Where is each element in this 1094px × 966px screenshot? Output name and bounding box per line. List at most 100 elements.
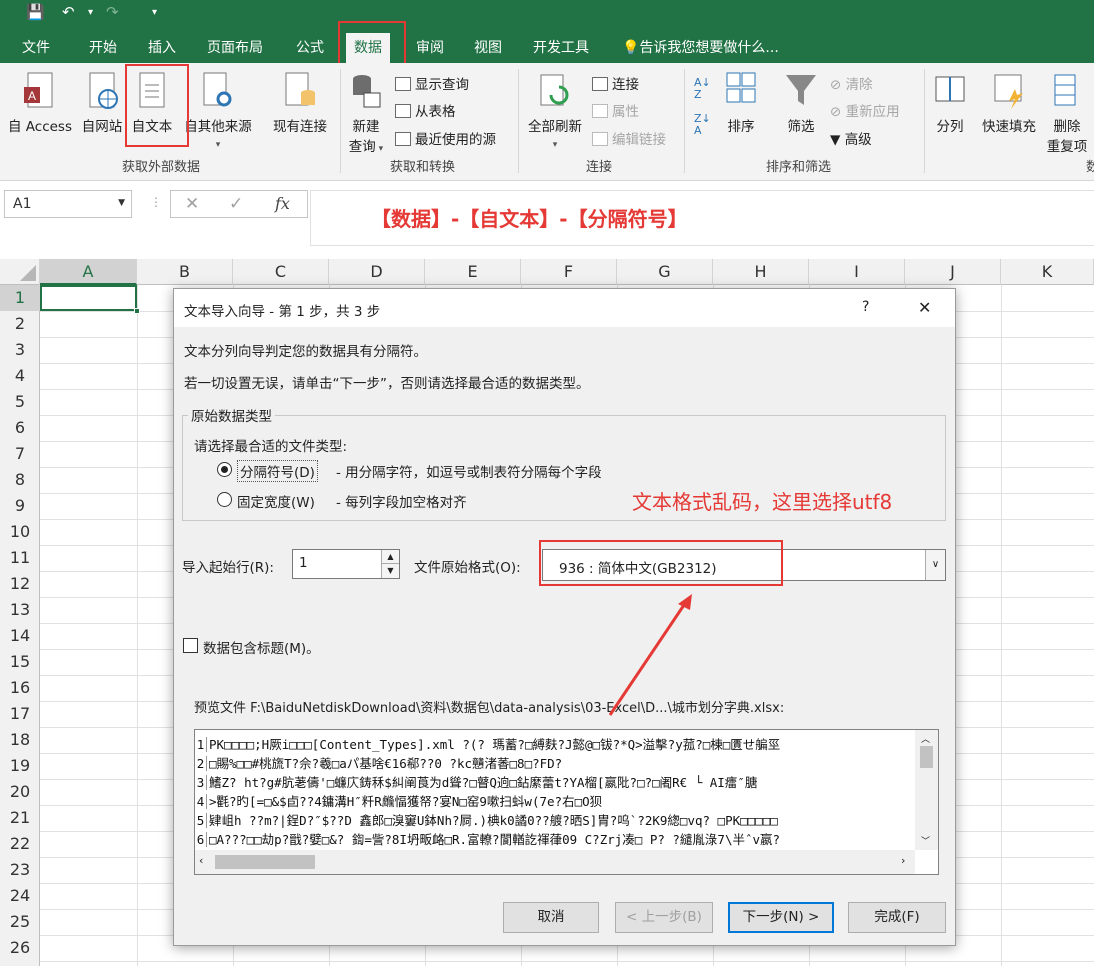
text-to-columns-button[interactable]: 分列: [930, 71, 970, 135]
tab-view[interactable]: 视图: [474, 37, 502, 57]
column-header[interactable]: E: [425, 259, 521, 285]
enter-icon[interactable]: ✓: [229, 194, 243, 214]
recent-sources-button[interactable]: 最近使用的源: [395, 128, 496, 148]
row-header[interactable]: 8: [0, 467, 40, 493]
row-header[interactable]: 5: [0, 389, 40, 415]
tab-review[interactable]: 审阅: [416, 37, 444, 57]
column-header[interactable]: I: [809, 259, 905, 285]
redo-icon[interactable]: ↷: [106, 3, 119, 21]
from-other-sources-button[interactable]: 自其他来源 ▾: [180, 71, 256, 151]
column-header[interactable]: A: [40, 259, 137, 285]
column-header[interactable]: C: [233, 259, 329, 285]
customize-qat-icon[interactable]: ▾: [152, 7, 157, 18]
help-icon[interactable]: ?: [862, 299, 869, 315]
connections-button[interactable]: 连接: [592, 73, 639, 93]
scroll-right-icon[interactable]: ›: [901, 854, 905, 867]
undo-dropdown-icon[interactable]: ▾: [88, 7, 93, 18]
column-header[interactable]: G: [617, 259, 713, 285]
close-icon[interactable]: ✕: [918, 298, 931, 317]
chevron-down-icon[interactable]: ∨: [925, 550, 945, 580]
row-header[interactable]: 7: [0, 441, 40, 467]
preview-pane[interactable]: 1 PK□□□□;H厥i□□□[Content_Types].xml ?(? 瑪蓄…: [194, 729, 939, 875]
existing-connections-button[interactable]: 现有连接: [266, 71, 334, 135]
back-button[interactable]: < 上一步(B): [615, 902, 713, 933]
scroll-left-icon[interactable]: ‹: [199, 854, 203, 867]
from-table-button[interactable]: 从表格: [395, 100, 456, 120]
delimited-label[interactable]: 分隔符号(D): [237, 460, 318, 482]
show-queries-button[interactable]: 显示查询: [395, 73, 469, 93]
cancel-icon[interactable]: ✕: [185, 194, 199, 214]
properties-button[interactable]: 属性: [592, 100, 639, 120]
column-header[interactable]: B: [137, 259, 233, 285]
row-header[interactable]: 15: [0, 649, 40, 675]
row-header[interactable]: 24: [0, 883, 40, 909]
tab-developer[interactable]: 开发工具: [533, 37, 589, 57]
tab-file[interactable]: 文件: [22, 37, 50, 57]
row-header[interactable]: 1: [0, 285, 40, 311]
scroll-down-icon[interactable]: ﹀: [921, 834, 930, 847]
row-header[interactable]: 4: [0, 363, 40, 389]
tab-page-layout[interactable]: 页面布局: [207, 37, 263, 57]
column-header[interactable]: K: [1001, 259, 1094, 285]
horizontal-scrollbar[interactable]: ‹ ›: [195, 850, 915, 874]
reapply-button[interactable]: ⊘ 重新应用: [830, 100, 900, 120]
spin-down-icon[interactable]: ▼: [381, 564, 399, 578]
row-header[interactable]: 20: [0, 779, 40, 805]
scroll-thumb[interactable]: [920, 746, 933, 768]
row-header[interactable]: 18: [0, 727, 40, 753]
row-header[interactable]: 13: [0, 597, 40, 623]
undo-icon[interactable]: ↶: [62, 3, 75, 21]
tell-me-search[interactable]: 💡告诉我您想要做什么...: [622, 37, 779, 57]
sort-za-icon[interactable]: Z↓ A: [694, 113, 711, 137]
row-header[interactable]: 12: [0, 571, 40, 597]
fixed-width-radio[interactable]: [217, 492, 232, 507]
selected-cell-a1[interactable]: [40, 285, 140, 314]
row-header[interactable]: 3: [0, 337, 40, 363]
sort-az-icon[interactable]: A↓ Z: [694, 77, 711, 101]
tab-formulas[interactable]: 公式: [296, 37, 324, 57]
header-checkbox[interactable]: [183, 638, 198, 653]
fixed-width-label[interactable]: 固定宽度(W): [237, 491, 315, 511]
tab-insert[interactable]: 插入: [148, 37, 176, 57]
remove-duplicates-button[interactable]: 删除 重复项: [1042, 71, 1092, 155]
row-header[interactable]: 11: [0, 545, 40, 571]
scroll-up-icon[interactable]: ︿: [921, 732, 930, 745]
row-header[interactable]: 22: [0, 831, 40, 857]
column-header[interactable]: J: [905, 259, 1001, 285]
finish-button[interactable]: 完成(F): [848, 902, 946, 933]
row-header[interactable]: 16: [0, 675, 40, 701]
row-header[interactable]: 19: [0, 753, 40, 779]
row-header[interactable]: 10: [0, 519, 40, 545]
clear-filter-button[interactable]: ⊘ 清除: [830, 73, 873, 93]
start-row-spinner[interactable]: 1 ▲ ▼: [292, 549, 400, 579]
column-header[interactable]: F: [521, 259, 617, 285]
column-header[interactable]: H: [713, 259, 809, 285]
spin-up-icon[interactable]: ▲: [381, 550, 399, 564]
filter-button[interactable]: 筛选: [780, 71, 822, 135]
from-web-button[interactable]: 自网站: [80, 71, 124, 135]
row-header[interactable]: 17: [0, 701, 40, 727]
tab-home[interactable]: 开始: [89, 37, 117, 57]
delimited-radio[interactable]: [217, 462, 232, 477]
select-all-corner[interactable]: [0, 259, 40, 285]
advanced-filter-button[interactable]: ▼ 高级: [830, 128, 872, 148]
new-query-button[interactable]: 新建 查询 ▾: [344, 71, 388, 155]
next-button[interactable]: 下一步(N) >: [728, 902, 834, 933]
cancel-button[interactable]: 取消: [503, 902, 599, 933]
row-header[interactable]: 2: [0, 311, 40, 337]
edit-links-button[interactable]: 编辑链接: [592, 128, 666, 148]
row-header[interactable]: 26: [0, 935, 40, 961]
row-header[interactable]: 25: [0, 909, 40, 935]
refresh-all-button[interactable]: 全部刷新 ▾: [522, 71, 588, 151]
row-header[interactable]: 23: [0, 857, 40, 883]
row-header[interactable]: 6: [0, 415, 40, 441]
row-header[interactable]: 21: [0, 805, 40, 831]
row-header[interactable]: 14: [0, 623, 40, 649]
column-header[interactable]: D: [329, 259, 425, 285]
header-checkbox-label[interactable]: 数据包含标题(M)。: [203, 637, 320, 657]
sort-button[interactable]: 排序: [720, 71, 762, 135]
chevron-down-icon[interactable]: ▼: [118, 198, 125, 208]
row-header[interactable]: 9: [0, 493, 40, 519]
save-icon[interactable]: 💾: [26, 3, 45, 21]
flash-fill-button[interactable]: 快速填充: [976, 71, 1042, 135]
